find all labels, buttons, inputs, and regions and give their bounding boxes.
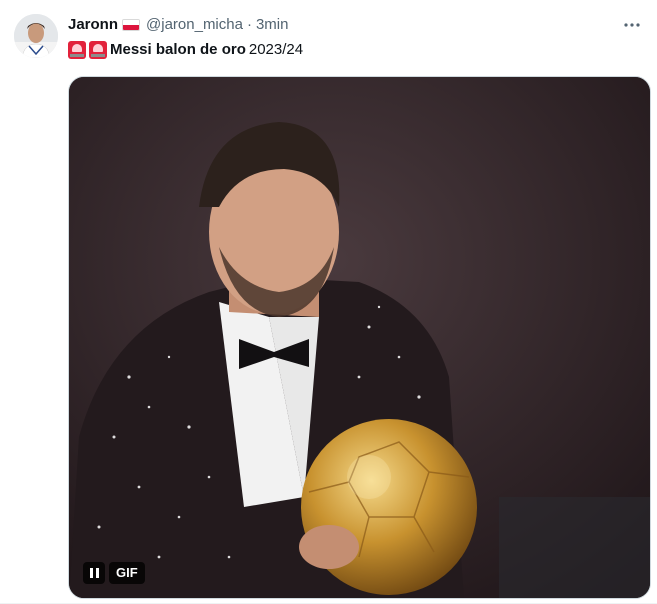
gif-badge: GIF: [109, 562, 145, 584]
more-options-button[interactable]: [621, 14, 643, 36]
post-time[interactable]: 3min: [256, 15, 289, 35]
pause-button[interactable]: [83, 562, 105, 584]
police-light-icon: [89, 41, 107, 59]
more-horizontal-icon: [624, 23, 640, 27]
poland-flag-icon: [122, 19, 141, 31]
tweet-text-rest: 2023/24: [248, 41, 304, 58]
avatar-image: [14, 14, 58, 58]
police-light-icon: [68, 41, 86, 59]
tweet-header: Jaronn @jaron_micha · 3min: [68, 15, 288, 35]
tweet-text: Messi balon de oro 2023/24: [68, 40, 303, 60]
tweet-card[interactable]: Jaronn @jaron_micha · 3min Messi balon d…: [0, 0, 657, 604]
avatar[interactable]: [14, 14, 58, 58]
separator-dot: ·: [246, 16, 252, 33]
pause-icon: [95, 568, 99, 578]
user-handle[interactable]: @jaron_micha: [146, 15, 243, 35]
gif-controls: GIF: [83, 562, 145, 584]
pause-icon: [89, 568, 93, 578]
gif-frame-image: [69, 77, 650, 598]
display-name[interactable]: Jaronn: [68, 15, 118, 35]
tweet-text-bold: Messi balon de oro: [110, 41, 246, 58]
gif-media[interactable]: GIF: [68, 76, 651, 599]
